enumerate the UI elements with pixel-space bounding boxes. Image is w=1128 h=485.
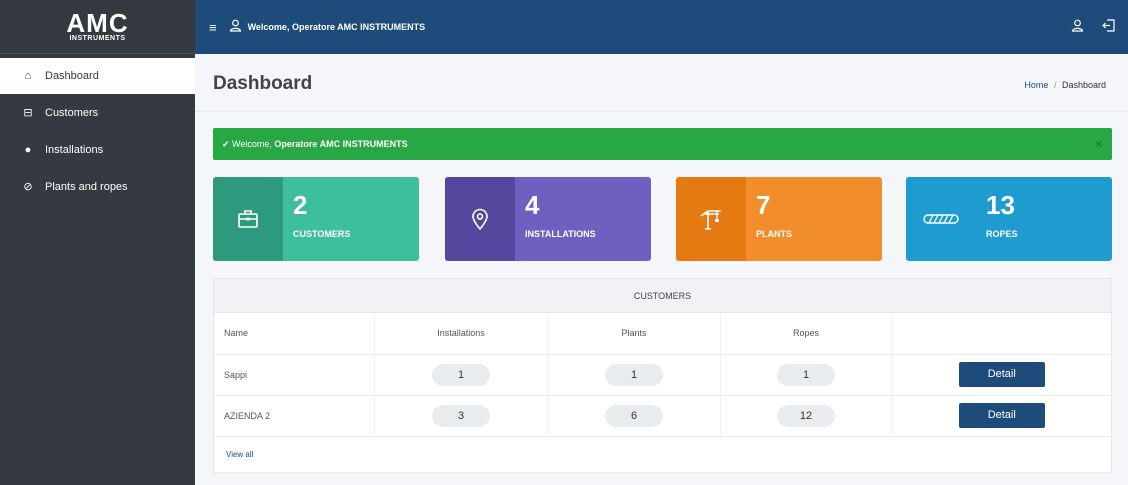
- installations-count-badge: 1: [432, 363, 490, 386]
- map-marker-icon: ●: [24, 143, 32, 156]
- stat-box-customers[interactable]: 2 CUSTOMERS: [213, 177, 419, 261]
- sidebar-item-label: Plants and ropes: [45, 180, 128, 193]
- topbar-actions: [1071, 0, 1116, 54]
- stat-box-installations[interactable]: 4 INSTALLATIONS: [445, 177, 651, 261]
- brand-sub: INSTRUMENTS: [69, 35, 126, 42]
- stat-value: 13: [986, 190, 1015, 220]
- alert-prefix: ✔ Welcome,: [222, 138, 272, 149]
- stat-value: 2: [293, 190, 308, 220]
- briefcase-icon: ⊟: [23, 107, 33, 119]
- compass-icon: ⊘: [23, 181, 33, 193]
- profile-icon[interactable]: [1071, 19, 1084, 35]
- breadcrumb-current: Dashboard: [1061, 80, 1106, 90]
- logout-icon[interactable]: [1102, 19, 1116, 35]
- sidebar-item-label: Customers: [45, 106, 99, 119]
- plants-count-badge: 1: [605, 363, 663, 386]
- table-row: AZIENDA 2 3 6 12 Detail: [214, 395, 1111, 437]
- breadcrumb: Home / Dashboard: [1024, 80, 1106, 90]
- user-icon: [229, 19, 242, 35]
- sidebar-item-label: Installations: [45, 143, 104, 156]
- topbar: ≡ Welcome, Operatore AMC INSTRUMENTS: [195, 0, 1128, 54]
- detail-button[interactable]: Detail: [958, 362, 1045, 387]
- briefcase-icon: [213, 177, 283, 261]
- customer-name: Sappi: [214, 354, 375, 396]
- stat-label: PLANTS: [756, 229, 792, 239]
- alert-close-button[interactable]: ×: [1095, 137, 1102, 151]
- view-all-link[interactable]: View all: [214, 437, 1111, 473]
- breadcrumb-home-link[interactable]: Home: [1024, 80, 1048, 90]
- column-header-actions: [892, 313, 1111, 355]
- card-title: CUSTOMERS: [214, 279, 1111, 313]
- detail-button[interactable]: Detail: [958, 403, 1045, 428]
- content-header: Dashboard Home / Dashboard: [195, 54, 1128, 112]
- brand-main: AMC: [66, 8, 129, 38]
- brand-logo[interactable]: AMC INSTRUMENTS: [0, 0, 195, 54]
- column-header-ropes: Ropes: [720, 313, 893, 355]
- welcome-text: Welcome, Operatore AMC INSTRUMENTS: [247, 22, 426, 32]
- crane-icon: [676, 177, 746, 261]
- sidebar-item-dashboard[interactable]: ⌂ Dashboard: [0, 58, 195, 94]
- ropes-count-badge: 12: [777, 404, 835, 427]
- customer-name: AZIENDA 2: [214, 395, 375, 437]
- stat-label: INSTALLATIONS: [525, 229, 596, 239]
- rope-icon: [906, 177, 976, 261]
- customers-table: Name Installations Plants Ropes Sappi 1 …: [214, 313, 1111, 437]
- plants-count-badge: 6: [605, 404, 663, 427]
- sidebar-item-customers[interactable]: ⊟ Customers: [0, 94, 195, 131]
- welcome-alert: ✔ Welcome, Operatore AMC INSTRUMENTS ×: [213, 128, 1112, 160]
- column-header-installations: Installations: [374, 313, 549, 355]
- home-icon: ⌂: [24, 70, 32, 82]
- sidebar-item-plants-and-ropes[interactable]: ⊘ Plants and ropes: [0, 168, 195, 205]
- sidebar-item-installations[interactable]: ● Installations: [0, 131, 195, 168]
- stat-label: ROPES: [986, 229, 1018, 239]
- alert-user-name: Operatore AMC INSTRUMENTS: [274, 139, 408, 149]
- stat-value: 4: [525, 190, 540, 220]
- stat-label: CUSTOMERS: [293, 229, 351, 239]
- map-marker-icon: [445, 177, 515, 261]
- page-title: Dashboard: [213, 73, 313, 94]
- table-header-row: Name Installations Plants Ropes: [214, 313, 1111, 355]
- breadcrumb-separator: /: [1053, 80, 1057, 90]
- customers-card: CUSTOMERS Name Installations Plants Rope…: [213, 278, 1112, 473]
- sidebar-item-label: Dashboard: [45, 70, 99, 82]
- stat-box-ropes[interactable]: 13 ROPES: [906, 177, 1112, 261]
- hamburger-menu-icon[interactable]: ≡: [209, 20, 217, 35]
- stat-box-plants[interactable]: 7 PLANTS: [676, 177, 882, 261]
- table-row: Sappi 1 1 1 Detail: [214, 354, 1111, 396]
- ropes-count-badge: 1: [777, 363, 835, 386]
- stat-value: 7: [756, 190, 771, 220]
- sidebar: AMC INSTRUMENTS ⌂ Dashboard ⊟ Customers …: [0, 0, 195, 485]
- installations-count-badge: 3: [432, 404, 490, 427]
- column-header-plants: Plants: [548, 313, 721, 355]
- column-header-name: Name: [214, 313, 375, 355]
